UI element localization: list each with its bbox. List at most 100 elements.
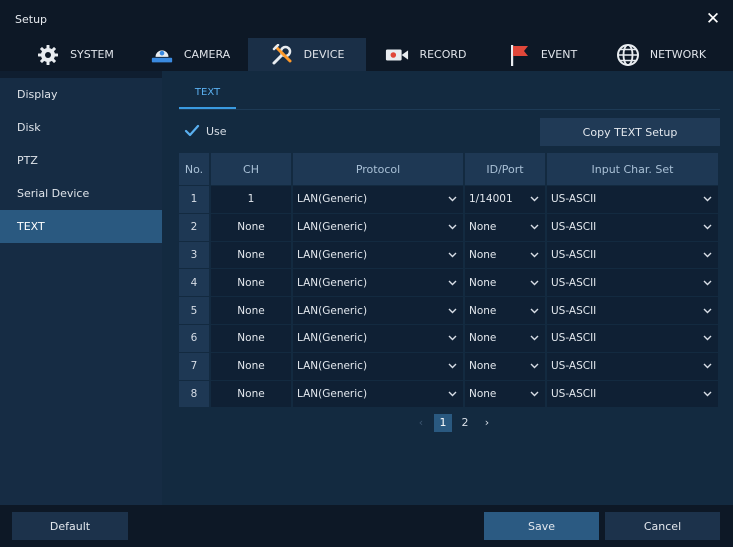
- protocol-dropdown[interactable]: LAN(Generic): [293, 379, 465, 408]
- default-button[interactable]: Default: [12, 512, 128, 540]
- chevron-down-icon: [448, 224, 457, 230]
- row-number: 5: [179, 296, 211, 324]
- protocol-dropdown[interactable]: LAN(Generic): [293, 351, 465, 380]
- chevron-down-icon: [448, 196, 457, 202]
- charset-dropdown[interactable]: US-ASCII: [547, 268, 720, 297]
- table-body: 1 1 LAN(Generic) 1/14001 US-ASCII 2 None LAN(Ge…: [179, 185, 720, 408]
- tab-label: RECORD: [419, 48, 467, 61]
- charset-value: US-ASCII: [551, 221, 597, 234]
- tab-event[interactable]: EVENT: [494, 38, 590, 71]
- channel-value[interactable]: None: [211, 268, 293, 297]
- id-port-dropdown[interactable]: None: [465, 212, 547, 241]
- sidebar-item-ptz[interactable]: PTZ: [0, 144, 162, 177]
- charset-dropdown[interactable]: US-ASCII: [547, 351, 720, 380]
- protocol-value: LAN(Generic): [297, 304, 368, 317]
- charset-dropdown[interactable]: US-ASCII: [547, 296, 720, 324]
- id-port-value: None: [469, 304, 497, 317]
- id-port-value: 1/14001: [469, 193, 513, 206]
- table-row: 4 None LAN(Generic) None US-ASCII: [179, 268, 720, 297]
- tab-device[interactable]: DEVICE: [248, 38, 366, 71]
- chevron-down-icon: [703, 308, 712, 314]
- chevron-down-icon: [703, 280, 712, 286]
- copy-text-setup-button[interactable]: Copy TEXT Setup: [540, 118, 720, 146]
- protocol-value: LAN(Generic): [297, 360, 368, 373]
- protocol-dropdown[interactable]: LAN(Generic): [293, 212, 465, 241]
- tab-label: CAMERA: [183, 48, 231, 61]
- channel-value[interactable]: None: [211, 212, 293, 241]
- chevron-down-icon: [530, 391, 539, 397]
- sidebar-item-disk[interactable]: Disk: [0, 111, 162, 144]
- charset-dropdown[interactable]: US-ASCII: [547, 212, 720, 241]
- chevron-down-icon: [530, 280, 539, 286]
- sidebar: Display Disk PTZ Serial Device TEXT: [0, 78, 162, 505]
- chevron-down-icon: [703, 196, 712, 202]
- protocol-dropdown[interactable]: LAN(Generic): [293, 185, 465, 213]
- sidebar-item-serial-device[interactable]: Serial Device: [0, 177, 162, 210]
- id-port-dropdown[interactable]: None: [465, 296, 547, 324]
- charset-dropdown[interactable]: US-ASCII: [547, 240, 720, 269]
- chevron-down-icon: [703, 363, 712, 369]
- charset-dropdown[interactable]: US-ASCII: [547, 379, 720, 408]
- pagination-next-button[interactable]: ›: [478, 414, 496, 432]
- use-checkbox[interactable]: [184, 123, 200, 139]
- cancel-button[interactable]: Cancel: [605, 512, 720, 540]
- channel-value[interactable]: None: [211, 240, 293, 269]
- sidebar-item-display[interactable]: Display: [0, 78, 162, 111]
- chevron-down-icon: [448, 363, 457, 369]
- charset-value: US-ASCII: [551, 304, 597, 317]
- tab-system[interactable]: SYSTEM: [22, 38, 128, 71]
- chevron-down-icon: [703, 224, 712, 230]
- pagination-page-1[interactable]: 1: [434, 414, 452, 432]
- id-port-dropdown[interactable]: 1/14001: [465, 185, 547, 213]
- pagination-page-2[interactable]: 2: [456, 414, 474, 432]
- window-title: Setup: [15, 13, 48, 26]
- id-port-dropdown[interactable]: None: [465, 323, 547, 352]
- protocol-value: LAN(Generic): [297, 332, 368, 345]
- protocol-dropdown[interactable]: LAN(Generic): [293, 323, 465, 352]
- charset-dropdown[interactable]: US-ASCII: [547, 185, 720, 213]
- chevron-down-icon: [703, 391, 712, 397]
- chevron-down-icon: [530, 363, 539, 369]
- protocol-dropdown[interactable]: LAN(Generic): [293, 268, 465, 297]
- chevron-down-icon: [448, 335, 457, 341]
- tab-camera[interactable]: CAMERA: [134, 38, 246, 71]
- close-icon[interactable]: ✕: [705, 9, 721, 29]
- tab-network[interactable]: NETWORK: [606, 38, 716, 71]
- id-port-dropdown[interactable]: None: [465, 268, 547, 297]
- channel-value[interactable]: None: [211, 296, 293, 324]
- row-number: 1: [179, 185, 211, 213]
- charset-value: US-ASCII: [551, 276, 597, 289]
- table-row: 6 None LAN(Generic) None US-ASCII: [179, 323, 720, 352]
- channel-value[interactable]: None: [211, 351, 293, 380]
- use-label: Use: [206, 124, 227, 138]
- protocol-dropdown[interactable]: LAN(Generic): [293, 296, 465, 324]
- save-button[interactable]: Save: [484, 512, 599, 540]
- id-port-dropdown[interactable]: None: [465, 379, 547, 408]
- sidebar-item-text[interactable]: TEXT: [0, 210, 162, 243]
- globe-icon: [616, 43, 640, 67]
- id-port-dropdown[interactable]: None: [465, 240, 547, 269]
- pagination-prev-button[interactable]: ‹: [412, 414, 430, 432]
- row-number: 4: [179, 268, 211, 297]
- tab-record[interactable]: RECORD: [372, 38, 480, 71]
- chevron-down-icon: [530, 335, 539, 341]
- channel-value[interactable]: None: [211, 379, 293, 408]
- row-number: 3: [179, 240, 211, 269]
- channel-value[interactable]: None: [211, 323, 293, 352]
- protocol-dropdown[interactable]: LAN(Generic): [293, 240, 465, 269]
- column-header-ch: CH: [211, 153, 293, 185]
- tab-label: SYSTEM: [70, 48, 114, 61]
- channel-value[interactable]: 1: [211, 185, 293, 213]
- use-row: Use: [184, 123, 227, 139]
- table-row: 3 None LAN(Generic) None US-ASCII: [179, 240, 720, 269]
- flag-icon: [507, 43, 531, 67]
- chevron-down-icon: [530, 196, 539, 202]
- id-port-dropdown[interactable]: None: [465, 351, 547, 380]
- main-tab-bar: SYSTEM CAMERA DEVICE RECORD EVENT NETWOR…: [0, 38, 733, 71]
- chevron-down-icon: [448, 391, 457, 397]
- charset-dropdown[interactable]: US-ASCII: [547, 323, 720, 352]
- charset-value: US-ASCII: [551, 387, 597, 400]
- subtab-text[interactable]: TEXT: [179, 82, 236, 109]
- record-icon: [385, 43, 409, 67]
- column-header-id-port: ID/Port: [465, 153, 547, 185]
